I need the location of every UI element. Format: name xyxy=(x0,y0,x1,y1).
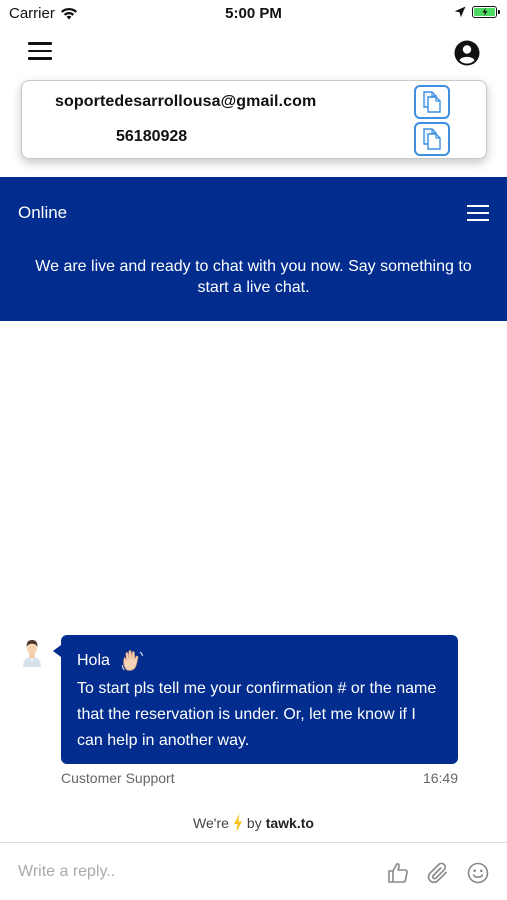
hamburger-icon[interactable] xyxy=(28,42,52,62)
copy-email-button[interactable] xyxy=(414,85,450,119)
agent-message-bubble: Hola To start pls tell me your confirmat… xyxy=(53,635,458,764)
message-time: 16:49 xyxy=(422,770,458,786)
reply-input[interactable] xyxy=(18,863,358,881)
lightning-icon xyxy=(233,814,242,832)
smiley-icon[interactable] xyxy=(466,861,490,885)
message-body: To start pls tell me your confirmation #… xyxy=(77,680,437,749)
copy-phone-button[interactable] xyxy=(414,122,450,156)
account-icon[interactable] xyxy=(454,40,480,66)
copy-icon xyxy=(423,91,441,113)
status-bar: Carrier 5:00 PM xyxy=(0,0,507,28)
powered-by[interactable]: We're by tawk.to xyxy=(0,814,507,832)
support-email: soportedesarrollousa@gmail.com xyxy=(55,93,317,110)
avatar-icon xyxy=(23,640,41,667)
message-greeting: Hola xyxy=(77,652,110,669)
app-bar xyxy=(0,36,507,72)
support-phone: 56180928 xyxy=(116,128,188,145)
chat-status: Online xyxy=(18,203,68,222)
battery-fill xyxy=(474,8,495,16)
status-right xyxy=(454,6,500,18)
message-greeting-row: Hola xyxy=(77,650,442,672)
thumbs-up-icon[interactable] xyxy=(386,861,410,885)
menu-icon[interactable] xyxy=(467,205,489,221)
contact-card: soportedesarrollousa@gmail.com 56180928 xyxy=(21,80,487,159)
chat-header: Online We are live and ready to chat wit… xyxy=(0,177,507,321)
powered-by-word: by xyxy=(246,815,262,831)
powered-brand: tawk.to xyxy=(265,815,314,831)
paperclip-icon[interactable] xyxy=(426,861,450,885)
wave-emoji-icon xyxy=(121,650,144,671)
battery-icon xyxy=(472,6,500,18)
location-arrow-icon xyxy=(454,6,466,18)
copy-icon xyxy=(423,128,441,150)
reply-composer xyxy=(0,842,507,900)
chat-intro: We are live and ready to chat with you n… xyxy=(35,258,472,296)
status-time: 5:00 PM xyxy=(225,5,282,22)
message-sender: Customer Support xyxy=(61,770,175,786)
powered-prefix: We're xyxy=(193,815,229,831)
